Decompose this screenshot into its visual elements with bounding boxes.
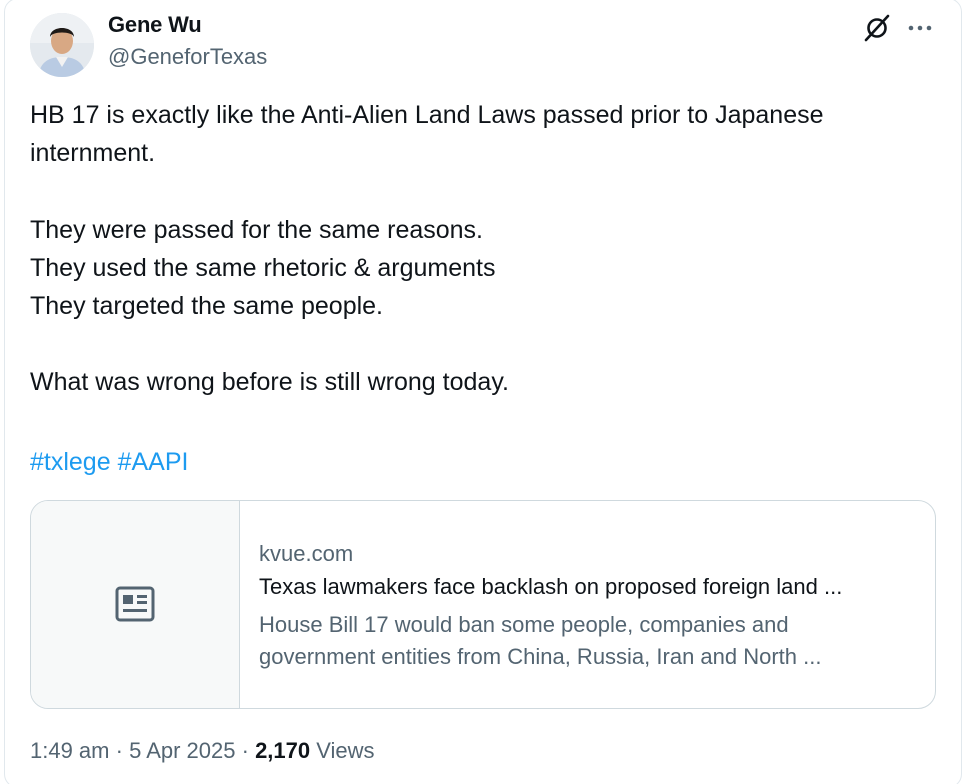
link-domain: kvue.com — [259, 541, 354, 566]
meta-separator: · — [235, 738, 256, 763]
hashtag-list: #txlege #AAPI — [30, 443, 188, 481]
tweet-text: HB 17 is exactly like the Anti-Alien Lan… — [30, 101, 824, 397]
meta-separator: · — [109, 738, 130, 763]
author-name[interactable]: Gene Wu — [108, 12, 202, 38]
link-thumbnail — [31, 501, 240, 708]
tweet-meta: 1:49 am · 5 Apr 2025 · 2,170 Views — [30, 738, 375, 764]
tweet-date[interactable]: 5 Apr 2025 — [129, 738, 235, 763]
hashtag-aapi[interactable]: #AAPI — [118, 448, 189, 476]
tweet-time[interactable]: 1:49 am — [30, 738, 110, 763]
link-title: Texas lawmakers face backlash on propose… — [259, 574, 843, 599]
avatar[interactable] — [30, 13, 94, 77]
more-icon[interactable] — [906, 14, 936, 42]
link-description: House Bill 17 would ban some people, com… — [259, 609, 919, 673]
views-label: Views — [310, 738, 375, 763]
views-count: 2,170 — [255, 738, 311, 763]
link-preview-card[interactable]: kvue.com Texas lawmakers face backlash o… — [30, 500, 936, 709]
link-description-line: government entities from China, Russia, … — [259, 644, 822, 669]
newspaper-icon — [115, 586, 155, 622]
grok-icon[interactable] — [862, 14, 892, 42]
author-handle[interactable]: @GeneforTexas — [108, 44, 267, 70]
link-description-line: House Bill 17 would ban some people, com… — [259, 612, 789, 637]
hashtag-txlege[interactable]: #txlege — [30, 448, 111, 476]
